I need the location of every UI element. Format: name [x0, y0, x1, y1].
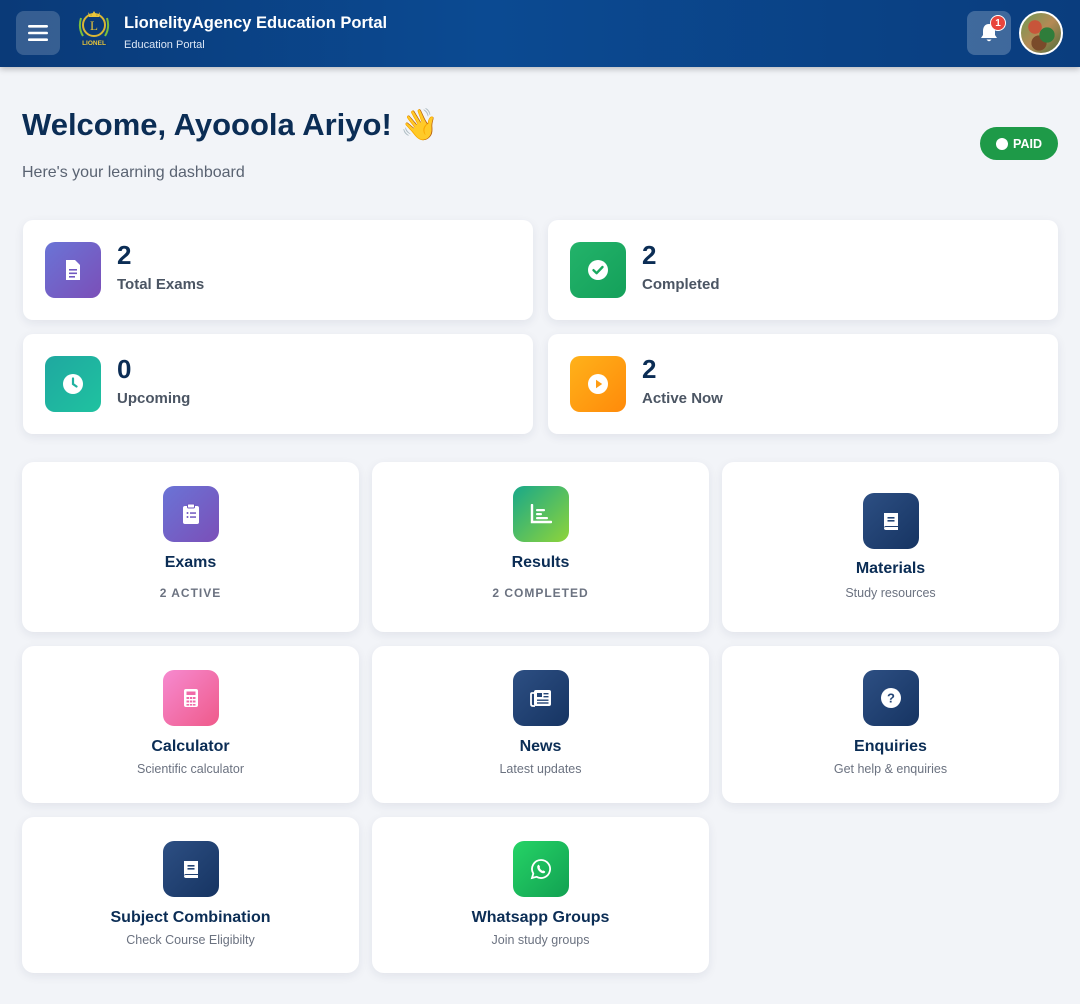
- calculator-card[interactable]: Calculator Scientific calculator: [22, 646, 359, 803]
- card-desc: Scientific calculator: [137, 762, 244, 776]
- clock-icon: [45, 356, 101, 412]
- payment-status-badge: PAID: [980, 127, 1058, 160]
- card-desc: Check Course Eligibilty: [126, 933, 255, 947]
- stat-label: Completed: [642, 276, 720, 293]
- welcome-subtitle: Here's your learning dashboard: [22, 164, 245, 181]
- exams-card[interactable]: Exams 2 ACTIVE: [22, 462, 359, 632]
- stat-value: 0: [117, 354, 132, 384]
- card-title: Materials: [855, 560, 926, 577]
- avatar[interactable]: [1019, 11, 1063, 55]
- portal-subtitle: Education Portal: [124, 39, 205, 51]
- stat-card-completed: 2 Completed: [548, 220, 1058, 320]
- subject-combination-card[interactable]: Subject Combination Check Course Eligibi…: [22, 817, 359, 973]
- card-desc: Get help & enquiries: [833, 762, 948, 776]
- top-navbar: L LIONEL LionelityAgency Education Porta…: [0, 0, 1080, 67]
- newspaper-icon: [513, 670, 569, 726]
- materials-card[interactable]: Materials Study resources: [722, 462, 1059, 632]
- enquiries-card[interactable]: ? Enquiries Get help & enquiries: [722, 646, 1059, 803]
- svg-text:?: ?: [887, 691, 895, 706]
- card-title: Enquiries: [854, 738, 927, 755]
- calculator-icon: [163, 670, 219, 726]
- svg-text:L: L: [90, 18, 98, 33]
- hamburger-icon: [28, 25, 48, 41]
- results-card[interactable]: Results 2 COMPLETED: [372, 462, 709, 632]
- card-title: Subject Combination: [110, 909, 271, 926]
- chart-icon: [513, 486, 569, 542]
- check-circle-icon: [570, 242, 626, 298]
- card-desc: 2 COMPLETED: [492, 586, 589, 600]
- svg-text:LIONEL: LIONEL: [82, 40, 106, 47]
- lionel-logo: L LIONEL: [78, 11, 110, 47]
- stat-card-total-exams: 2 Total Exams: [23, 220, 533, 320]
- stat-value: 2: [642, 354, 657, 384]
- stat-label: Total Exams: [117, 276, 205, 293]
- play-circle-icon: [570, 356, 626, 412]
- stat-label: Active Now: [642, 390, 723, 407]
- question-icon: ?: [863, 670, 919, 726]
- card-title: Whatsapp Groups: [471, 909, 610, 926]
- stat-card-active-now: 2 Active Now: [548, 334, 1058, 434]
- stat-value: 2: [117, 240, 132, 270]
- card-desc: Join study groups: [491, 933, 590, 947]
- notification-badge: 1: [990, 15, 1006, 31]
- menu-button[interactable]: [16, 11, 60, 55]
- card-title: Exams: [164, 554, 217, 571]
- card-title: Calculator: [151, 738, 230, 755]
- status-badge-label: PAID: [1013, 136, 1042, 151]
- clipboard-icon: [163, 486, 219, 542]
- stat-label: Upcoming: [117, 390, 191, 407]
- book-icon: [863, 493, 919, 549]
- card-desc: 2 ACTIVE: [159, 586, 222, 600]
- card-title: News: [519, 738, 562, 755]
- portal-title: LionelityAgency Education Portal: [124, 14, 388, 32]
- book-icon: [163, 841, 219, 897]
- news-card[interactable]: News Latest updates: [372, 646, 709, 803]
- card-desc: Study resources: [845, 586, 936, 600]
- document-icon: [45, 242, 101, 298]
- whatsapp-groups-card[interactable]: Whatsapp Groups Join study groups: [372, 817, 709, 973]
- card-desc: Latest updates: [499, 762, 582, 776]
- stat-card-upcoming: 0 Upcoming: [23, 334, 533, 434]
- whatsapp-icon: [513, 841, 569, 897]
- card-title: Results: [511, 554, 570, 571]
- welcome-heading: Welcome, Ayooola Ariyo! 👋: [22, 107, 439, 142]
- status-dot-icon: [996, 137, 1009, 150]
- stat-value: 2: [642, 240, 657, 270]
